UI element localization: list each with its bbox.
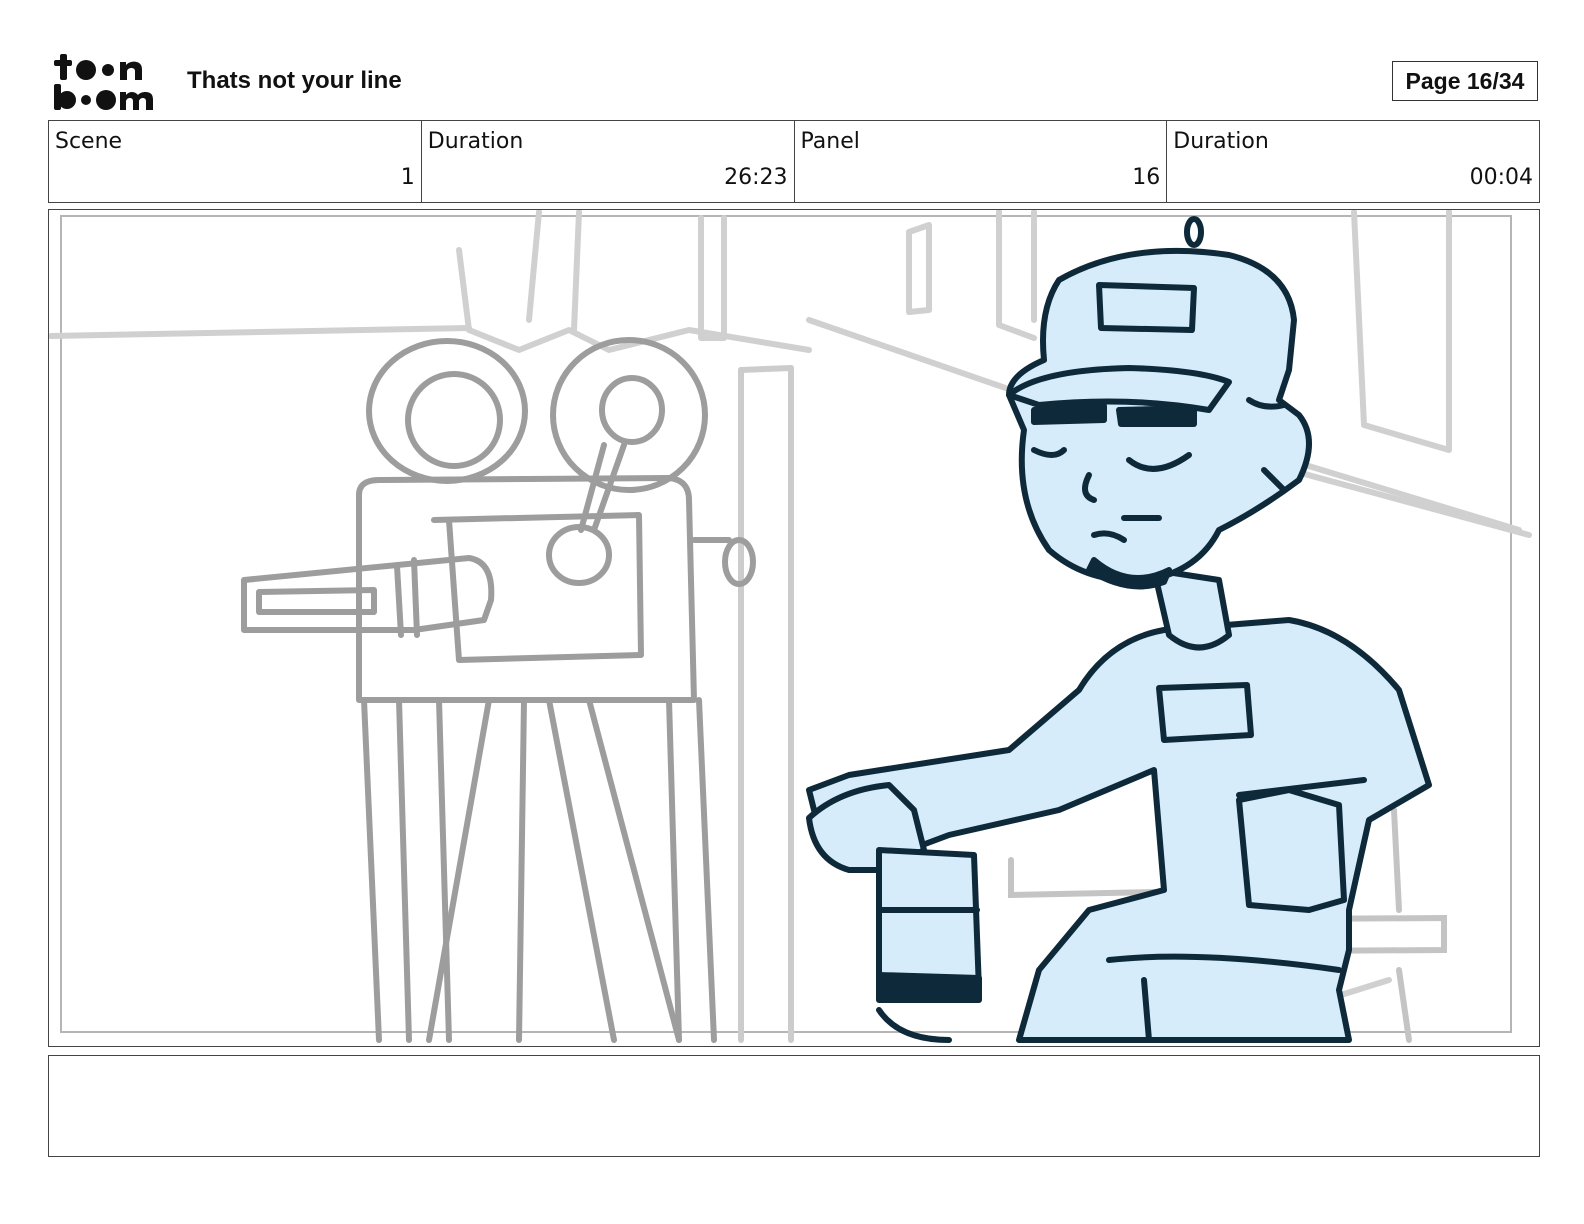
panel-duration-value: 00:04	[1469, 165, 1533, 190]
scene-duration-cell: Duration 26:23	[422, 121, 795, 202]
character-sketch	[806, 216, 1432, 1043]
scene-label: Scene	[55, 129, 123, 154]
scene-cell: Scene 1	[49, 121, 422, 202]
film-camera-sketch	[241, 337, 756, 1043]
panel-value: 16	[1132, 165, 1161, 190]
panel-duration-label: Duration	[1173, 129, 1269, 154]
panel-sketch	[49, 210, 1532, 1043]
scene-duration-label: Duration	[427, 129, 524, 154]
panel-info-table: Scene 1 Duration 26:23 Panel 16 Duration…	[48, 120, 1540, 203]
stand-pole-sketch	[738, 365, 794, 1043]
page-indicator: Page 16/34	[1392, 61, 1538, 101]
scene-duration-value: 26:23	[724, 165, 788, 190]
panel-duration-cell: Duration 00:04	[1167, 121, 1539, 202]
storyboard-panel	[48, 209, 1540, 1047]
notes-box	[48, 1055, 1540, 1157]
panel-label: Panel	[800, 129, 860, 154]
scene-value: 1	[400, 165, 415, 190]
toon-boom-logo	[50, 50, 165, 112]
panel-cell: Panel 16	[795, 121, 1168, 202]
document-title: Thats not your line	[187, 67, 402, 94]
